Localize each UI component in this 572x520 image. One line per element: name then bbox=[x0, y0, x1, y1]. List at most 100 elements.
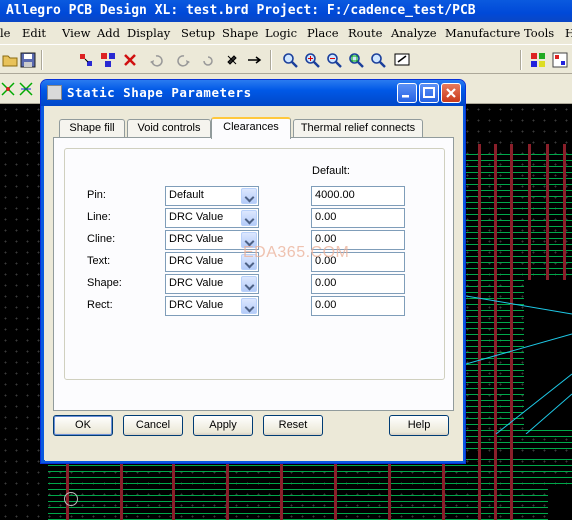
dialog-title-bar[interactable]: Static Shape Parameters bbox=[41, 80, 465, 106]
menu-help[interactable]: H bbox=[565, 26, 572, 40]
row-label-pin: Pin: bbox=[87, 189, 106, 201]
chevron-down-icon[interactable] bbox=[241, 276, 257, 292]
pin-mode-value: Default bbox=[169, 189, 204, 201]
zoom-previous-icon[interactable] bbox=[370, 52, 386, 68]
delete-icon[interactable] bbox=[122, 52, 138, 68]
pin-clearance-field[interactable]: 4000.00 bbox=[311, 186, 405, 206]
dialog-body: Shape fill Void controls Clearances Ther… bbox=[45, 106, 463, 461]
pad-column bbox=[334, 459, 337, 520]
zoom-out-icon[interactable] bbox=[326, 52, 342, 68]
toolbar-separator bbox=[41, 50, 43, 70]
help-button[interactable]: Help bbox=[389, 415, 449, 436]
dialog-app-icon bbox=[47, 85, 62, 100]
rect-clearance-value: 0.00 bbox=[315, 299, 337, 311]
void-region bbox=[548, 488, 572, 520]
tab-thermal-relief-connects[interactable]: Thermal relief connects bbox=[293, 119, 423, 138]
menu-tools[interactable]: Tools bbox=[524, 26, 554, 40]
pad-column bbox=[280, 459, 283, 520]
folder-icon[interactable] bbox=[2, 52, 18, 68]
zoom-icon[interactable] bbox=[282, 52, 298, 68]
move-icon[interactable] bbox=[78, 52, 94, 68]
redraw-icon[interactable] bbox=[394, 52, 410, 68]
dialog-title: Static Shape Parameters bbox=[67, 85, 252, 100]
undo-icon[interactable] bbox=[148, 52, 164, 68]
redo-icon[interactable] bbox=[176, 52, 192, 68]
menu-file[interactable]: le bbox=[0, 26, 10, 40]
line-mode-value: DRC Value bbox=[169, 211, 224, 223]
pin-icon[interactable] bbox=[224, 52, 240, 68]
tab-shape-fill[interactable]: Shape fill bbox=[59, 119, 125, 138]
main-toolbar bbox=[0, 44, 572, 74]
line-mode-select[interactable]: DRC Value bbox=[165, 208, 259, 228]
save-icon[interactable] bbox=[20, 52, 36, 68]
static-shape-parameters-dialog: Static Shape Parameters Shape fill Void … bbox=[40, 79, 466, 464]
shape-mode-value: DRC Value bbox=[169, 277, 224, 289]
rect-clearance-field[interactable]: 0.00 bbox=[311, 296, 405, 316]
menu-add[interactable]: Add bbox=[97, 26, 120, 40]
chevron-down-icon[interactable] bbox=[241, 298, 257, 314]
line-clearance-field[interactable]: 0.00 bbox=[311, 208, 405, 228]
pad-column bbox=[226, 459, 229, 520]
text-mode-value: DRC Value bbox=[169, 255, 224, 267]
pad-column bbox=[528, 144, 531, 284]
menu-shape[interactable]: Shape bbox=[222, 26, 258, 40]
arrow-icon[interactable] bbox=[246, 52, 262, 68]
rect-mode-select[interactable]: DRC Value bbox=[165, 296, 259, 316]
pad-column bbox=[172, 459, 175, 520]
copy-icon[interactable] bbox=[100, 52, 116, 68]
undo-list-icon[interactable] bbox=[200, 52, 216, 68]
ok-button[interactable]: OK bbox=[53, 415, 113, 436]
menu-place[interactable]: Place bbox=[307, 26, 339, 40]
ratsnest-lines bbox=[466, 295, 572, 434]
close-icon bbox=[446, 88, 456, 98]
chevron-down-icon[interactable] bbox=[241, 210, 257, 226]
app-title: Allegro PCB Design XL: test.brd Project:… bbox=[6, 3, 476, 18]
ratsnest-icon[interactable] bbox=[0, 81, 16, 97]
pin-clearance-value: 4000.00 bbox=[315, 189, 355, 201]
app-title-bar: Allegro PCB Design XL: test.brd Project:… bbox=[0, 0, 572, 22]
layer-visibility-icon[interactable] bbox=[552, 52, 568, 68]
close-button[interactable] bbox=[441, 83, 461, 103]
apply-button[interactable]: Apply bbox=[193, 415, 253, 436]
pad-column bbox=[120, 459, 123, 520]
pad-column bbox=[563, 144, 566, 284]
pad-column bbox=[442, 459, 445, 520]
shape-clearance-field[interactable]: 0.00 bbox=[311, 274, 405, 294]
menu-logic[interactable]: Logic bbox=[265, 26, 297, 40]
clearances-panel: Default: Pin: Default 4000.00 Line: DRC … bbox=[53, 137, 454, 411]
zoom-fit-icon[interactable] bbox=[348, 52, 364, 68]
menu-display[interactable]: Display bbox=[127, 26, 170, 40]
maximize-icon bbox=[423, 87, 435, 98]
menu-setup[interactable]: Setup bbox=[181, 26, 215, 40]
menu-edit[interactable]: Edit bbox=[22, 26, 46, 40]
line-clearance-value: 0.00 bbox=[315, 211, 337, 223]
row-label-cline: Cline: bbox=[87, 233, 116, 245]
toolbar-separator bbox=[270, 50, 272, 70]
reset-button[interactable]: Reset bbox=[263, 415, 323, 436]
cursor-marker bbox=[64, 492, 78, 506]
row-label-rect: Rect: bbox=[87, 299, 113, 311]
shape-mode-select[interactable]: DRC Value bbox=[165, 274, 259, 294]
watermark: EDA365.COM bbox=[243, 244, 350, 261]
pad-column bbox=[388, 459, 391, 520]
row-label-line: Line: bbox=[87, 211, 111, 223]
maximize-button[interactable] bbox=[419, 83, 439, 103]
menu-analyze[interactable]: Analyze bbox=[391, 26, 437, 40]
chevron-down-icon[interactable] bbox=[241, 188, 257, 204]
menu-view[interactable]: View bbox=[62, 26, 90, 40]
cancel-button[interactable]: Cancel bbox=[123, 415, 183, 436]
tab-clearances[interactable]: Clearances bbox=[211, 117, 291, 139]
pin-mode-select[interactable]: Default bbox=[165, 186, 259, 206]
tab-void-controls[interactable]: Void controls bbox=[127, 119, 211, 138]
row-label-text: Text: bbox=[87, 255, 111, 267]
default-column-header: Default: bbox=[312, 165, 350, 177]
menu-manufacture[interactable]: Manufacture bbox=[445, 26, 520, 40]
menu-route[interactable]: Route bbox=[348, 26, 382, 40]
minimize-icon bbox=[402, 95, 409, 98]
pad-column bbox=[546, 144, 549, 284]
row-label-shape: Shape: bbox=[87, 277, 122, 289]
color-palette-icon[interactable] bbox=[530, 52, 546, 68]
minimize-button[interactable] bbox=[397, 83, 417, 103]
unrats-icon[interactable] bbox=[18, 81, 34, 97]
zoom-in-icon[interactable] bbox=[304, 52, 320, 68]
